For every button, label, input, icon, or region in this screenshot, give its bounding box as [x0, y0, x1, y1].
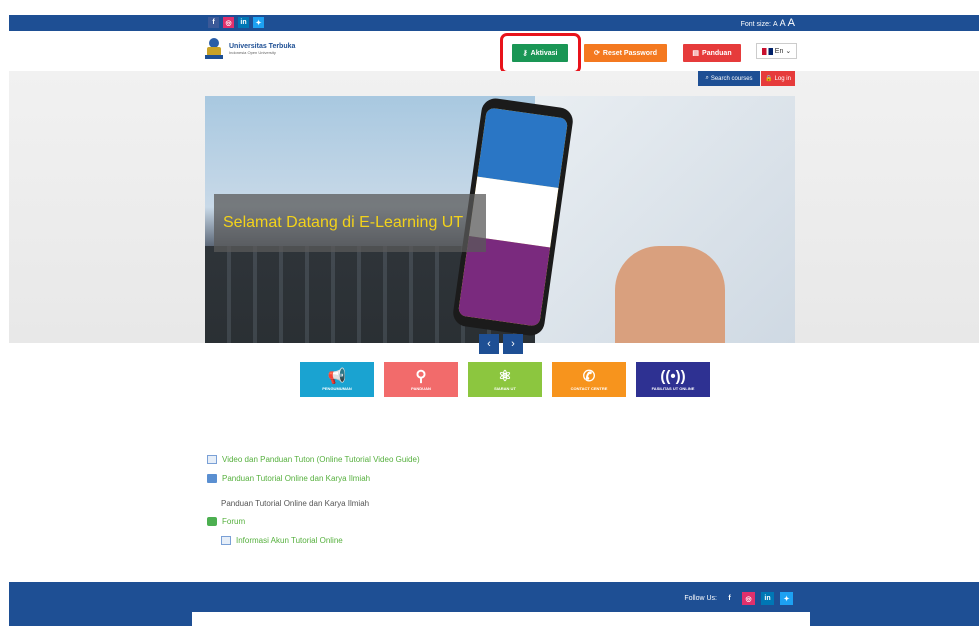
link-forum[interactable]: Forum — [222, 517, 245, 526]
tile-label: CONTACT CENTRE — [570, 385, 608, 391]
tile-fasilitas-ut-online[interactable]: ((•)) FASILITAS UT ONLINE — [636, 362, 710, 397]
language-label: En — [774, 47, 784, 55]
tile-panduan[interactable]: ⚲ PANDUAN — [384, 362, 458, 397]
font-large-button[interactable]: A — [788, 17, 795, 29]
tile-label: SIARAN UT — [494, 385, 516, 391]
aktivasi-label: Aktivasi — [530, 49, 558, 57]
tile-label: PENGUMUMAN — [322, 385, 352, 391]
social-links: f ◎ in ✦ — [208, 17, 264, 28]
site-logo[interactable]: Universitas Terbuka Indonesia Open Unive… — [205, 38, 295, 60]
link-informasi-akun[interactable]: Informasi Akun Tutorial Online — [236, 536, 343, 545]
list-item[interactable]: Informasi Akun Tutorial Online — [221, 536, 343, 545]
lock-icon: 🔒 — [765, 76, 773, 82]
phone-icon: ✆ — [582, 367, 596, 385]
location-pin-icon: ⚲ — [415, 367, 427, 385]
tile-siaran-ut[interactable]: ⚛ SIARAN UT — [468, 362, 542, 397]
tile-contact-centre[interactable]: ✆ CONTACT CENTRE — [552, 362, 626, 397]
list-item: Panduan Tutorial Online dan Karya Ilmiah — [221, 499, 369, 508]
aktivasi-button[interactable]: ⚷ Aktivasi — [512, 44, 568, 62]
quick-links: 📢 PENGUMUMAN ⚲ PANDUAN ⚛ SIARAN UT ✆ CON… — [300, 362, 710, 397]
link-panduan-folder[interactable]: Panduan Tutorial Online dan Karya Ilmiah — [222, 474, 370, 483]
tile-pengumuman[interactable]: 📢 PENGUMUMAN — [300, 362, 374, 397]
facebook-icon[interactable]: f — [208, 17, 219, 28]
link-video-panduan[interactable]: Video dan Panduan Tuton (Online Tutorial… — [222, 455, 420, 464]
list-item[interactable]: Forum — [207, 517, 245, 526]
slider-prev-button[interactable]: ‹ — [479, 334, 499, 354]
linkedin-icon[interactable]: in — [761, 592, 774, 605]
megaphone-icon: 📢 — [327, 367, 347, 385]
slider-caption-text: Selamat Datang di E-Learning UT — [223, 214, 464, 231]
panduan-description: Panduan Tutorial Online dan Karya Ilmiah — [221, 499, 370, 508]
footer: Follow Us: f ◎ in ✦ — [9, 582, 979, 628]
font-size-control: Font size: A A A — [741, 17, 795, 29]
follow-us-label: Follow Us: — [684, 595, 717, 602]
twitter-icon[interactable]: ✦ — [253, 17, 264, 28]
reset-password-label: Reset Password — [602, 49, 657, 57]
search-courses-label: Search courses — [710, 75, 753, 82]
refresh-icon: ⟳ — [594, 50, 600, 57]
top-bar: f ◎ in ✦ Font size: A A A — [9, 15, 979, 31]
login-button[interactable]: 🔒 Log in — [761, 71, 795, 86]
linkedin-icon[interactable]: in — [238, 17, 249, 28]
network-icon: ⚛ — [498, 367, 512, 385]
search-courses-button[interactable]: ⌕ Search courses — [698, 71, 760, 86]
reset-password-button[interactable]: ⟳ Reset Password — [584, 44, 667, 62]
language-selector[interactable]: En ⌄ — [756, 43, 797, 59]
broadcast-icon: ((•)) — [660, 367, 686, 385]
document-icon — [207, 455, 217, 464]
list-item[interactable]: Video dan Panduan Tuton (Online Tutorial… — [207, 455, 420, 464]
uk-flag-icon — [761, 47, 773, 55]
header: Universitas Terbuka Indonesia Open Unive… — [9, 31, 979, 71]
tile-label: PANDUAN — [411, 385, 431, 391]
tile-label: FASILITAS UT ONLINE — [651, 385, 695, 391]
chevron-down-icon: ⌄ — [785, 48, 792, 55]
slider-caption: Selamat Datang di E-Learning UT — [214, 194, 486, 252]
follow-us: Follow Us: f ◎ in ✦ — [684, 592, 793, 605]
list-item[interactable]: Panduan Tutorial Online dan Karya Ilmiah — [207, 474, 370, 483]
panduan-button[interactable]: ▤ Panduan — [683, 44, 741, 62]
search-icon: ⌕ — [705, 75, 709, 81]
forum-icon — [207, 517, 217, 526]
panduan-label: Panduan — [702, 49, 732, 57]
logo-subtitle: Indonesia Open University — [229, 50, 276, 55]
logo-title: Universitas Terbuka — [229, 43, 296, 50]
instagram-icon[interactable]: ◎ — [742, 592, 755, 605]
logo-emblem-icon — [205, 38, 223, 60]
folder-icon — [207, 474, 217, 483]
document-icon: ▤ — [692, 50, 700, 57]
document-icon — [221, 536, 231, 545]
facebook-icon[interactable]: f — [723, 592, 736, 605]
key-icon: ⚷ — [522, 50, 528, 57]
font-small-button[interactable]: A — [773, 21, 778, 28]
login-label: Log in — [774, 75, 791, 82]
instagram-icon[interactable]: ◎ — [223, 17, 234, 28]
slider-next-button[interactable]: › — [503, 334, 523, 354]
font-size-label: Font size: — [740, 21, 771, 28]
font-medium-button[interactable]: A — [780, 18, 786, 28]
twitter-icon[interactable]: ✦ — [780, 592, 793, 605]
